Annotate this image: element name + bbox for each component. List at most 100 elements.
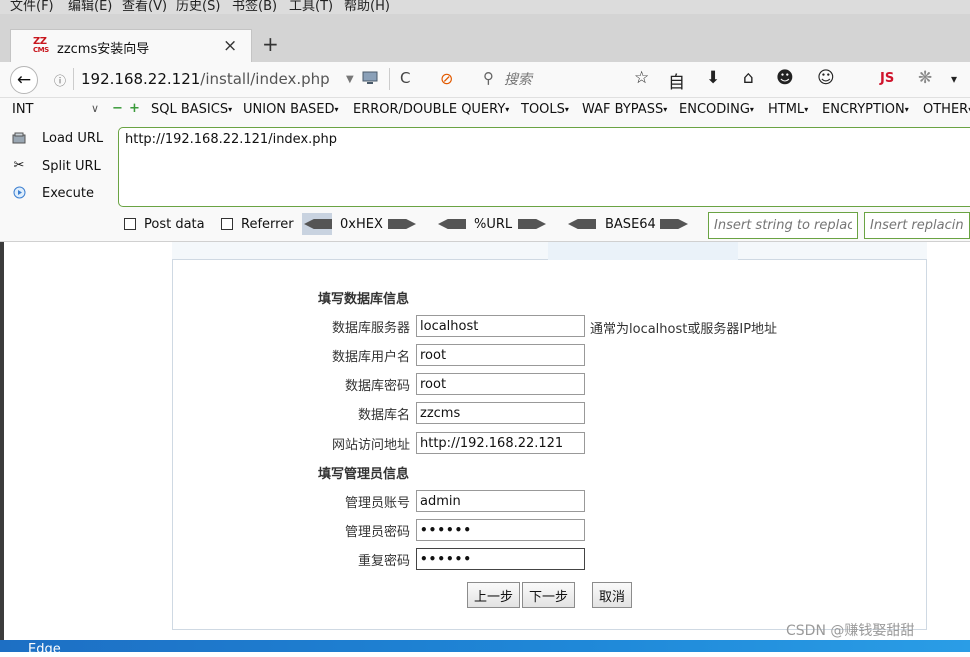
menu-waf-bypass[interactable]: WAF BYPASS▾: [582, 102, 667, 117]
next-step-button[interactable]: 下一步: [522, 582, 576, 608]
url-history-dropdown-icon[interactable]: ▼: [346, 74, 354, 85]
menu-label: ERROR/DOUBLE QUERY: [353, 102, 506, 117]
window-edge: [0, 242, 4, 640]
cancel-button[interactable]: 取消: [592, 582, 633, 608]
menu-label: WAF BYPASS: [582, 102, 664, 117]
search-icon: ⚲: [483, 69, 494, 87]
menu-label: TOOLS: [521, 102, 565, 117]
base64-label: BASE64: [605, 217, 656, 232]
home-icon[interactable]: ⌂: [743, 68, 754, 88]
replacing-string-input[interactable]: [864, 212, 970, 239]
menu-history[interactable]: 历史(S): [176, 0, 220, 14]
zzcms-favicon-icon: ZZ CMS: [33, 36, 49, 56]
site-url-label: 网站访问地址: [331, 438, 410, 453]
tab-close-icon[interactable]: ×: [223, 36, 237, 56]
plus-icon[interactable]: +: [129, 101, 140, 116]
menu-other[interactable]: OTHER▾: [923, 102, 970, 117]
post-data-label: Post data: [144, 217, 205, 232]
navigation-bar: ← ⓘ 192.168.22.121/install/index.php ▼ C…: [0, 62, 970, 98]
injection-type-select[interactable]: INT: [12, 102, 34, 117]
minus-icon[interactable]: −: [112, 101, 123, 116]
reload-icon[interactable]: C: [400, 69, 410, 87]
db-server-input[interactable]: [416, 315, 585, 337]
taskbar: [0, 640, 970, 652]
reader-list-icon[interactable]: 自: [668, 68, 685, 93]
panel-header-accent: [548, 242, 738, 260]
referrer-checkbox[interactable]: [221, 218, 233, 230]
extension-puzzle-icon[interactable]: ❋: [918, 68, 932, 88]
split-url-button[interactable]: Split URL: [42, 159, 101, 174]
palette-icon[interactable]: ☺: [817, 68, 835, 88]
menu-label: HTML: [768, 102, 805, 117]
menu-label: OTHER: [923, 102, 969, 117]
menu-tools-hackbar[interactable]: TOOLS▾: [521, 102, 569, 117]
favicon-top-text: ZZ: [33, 36, 47, 47]
menu-html[interactable]: HTML▾: [768, 102, 808, 117]
menu-bookmarks[interactable]: 书签(B): [232, 0, 277, 14]
page-action-icon[interactable]: [362, 71, 378, 85]
menu-label: UNION BASED: [243, 102, 335, 117]
toolbar-divider: [389, 68, 390, 90]
replace-string-input[interactable]: [708, 212, 858, 239]
menu-sql-basics[interactable]: SQL BASICS▾: [151, 102, 232, 117]
admin-section-title: 填写管理员信息: [318, 467, 410, 482]
admin-account-input[interactable]: [416, 490, 585, 512]
db-user-label: 数据库用户名: [331, 350, 410, 365]
url-divider: [73, 68, 74, 90]
menu-file[interactable]: 文件(F): [10, 0, 54, 14]
post-data-checkbox[interactable]: [124, 218, 136, 230]
scissors-icon: ✂: [13, 158, 25, 173]
menu-label: ENCRYPTION: [822, 102, 905, 117]
admin-account-label: 管理员账号: [344, 496, 410, 511]
hackbar-url-textarea[interactable]: http://192.168.22.121/index.php: [118, 127, 970, 207]
tab-zzcms-install[interactable]: ZZ CMS zzcms安装向导 ×: [10, 29, 252, 63]
admin-password-label: 管理员密码: [344, 525, 410, 540]
menu-encryption[interactable]: ENCRYPTION▾: [822, 102, 909, 117]
menu-bar: 文件(F) 编辑(E) 查看(V) 历史(S) 书签(B) 工具(T) 帮助(H…: [0, 0, 970, 14]
js-toggle-icon[interactable]: JS: [880, 71, 894, 86]
db-server-label: 数据库服务器: [331, 321, 410, 336]
stop-icon[interactable]: ⊘: [440, 69, 453, 88]
db-password-label: 数据库密码: [344, 379, 410, 394]
menu-label: ENCODING: [679, 102, 750, 117]
back-arrow-icon: ←: [16, 70, 32, 90]
load-url-icon: [11, 132, 27, 148]
db-password-input[interactable]: [416, 373, 585, 395]
load-url-button[interactable]: Load URL: [42, 131, 103, 146]
menu-encoding[interactable]: ENCODING▾: [679, 102, 754, 117]
execute-button[interactable]: Execute: [42, 186, 94, 201]
back-button[interactable]: ←: [10, 66, 38, 94]
prev-step-button[interactable]: 上一步: [467, 582, 521, 608]
bookmark-star-icon[interactable]: ☆: [634, 68, 649, 88]
repeat-password-input[interactable]: [416, 548, 585, 570]
repeat-password-label: 重复密码: [357, 554, 410, 569]
menu-edit[interactable]: 编辑(E): [68, 0, 112, 14]
url-host: 192.168.22.121: [81, 70, 201, 88]
admin-password-input[interactable]: [416, 519, 585, 541]
url-text[interactable]: 192.168.22.121/install/index.php: [81, 70, 330, 88]
tab-title: zzcms安装向导: [57, 42, 150, 57]
db-name-label: 数据库名: [357, 408, 410, 423]
addon-icon[interactable]: ☻: [776, 68, 794, 88]
url-path: /install/index.php: [200, 70, 330, 88]
menu-view[interactable]: 查看(V): [122, 0, 167, 14]
hex-label: 0xHEX: [340, 217, 383, 232]
menu-union-based[interactable]: UNION BASED▾: [243, 102, 338, 117]
overflow-menu-icon[interactable]: ▾: [951, 72, 957, 86]
menu-tools[interactable]: 工具(T): [289, 0, 333, 14]
search-input[interactable]: [502, 67, 616, 93]
tab-strip: ZZ CMS zzcms安装向导 × +: [0, 14, 970, 63]
url-encode-label: %URL: [474, 217, 513, 232]
site-url-input[interactable]: [416, 432, 585, 454]
db-user-input[interactable]: [416, 344, 585, 366]
site-info-icon[interactable]: ⓘ: [54, 72, 66, 89]
db-name-input[interactable]: [416, 402, 585, 424]
new-tab-button[interactable]: +: [262, 32, 279, 56]
download-icon[interactable]: ⬇: [706, 68, 720, 88]
db-section-title: 填写数据库信息: [318, 292, 410, 307]
taskbar-edge-label[interactable]: Edge: [28, 642, 61, 657]
chevron-down-icon[interactable]: ∨: [91, 102, 99, 115]
referrer-label: Referrer: [241, 217, 294, 232]
menu-help[interactable]: 帮助(H): [344, 0, 390, 14]
menu-error-double-query[interactable]: ERROR/DOUBLE QUERY▾: [353, 102, 509, 117]
